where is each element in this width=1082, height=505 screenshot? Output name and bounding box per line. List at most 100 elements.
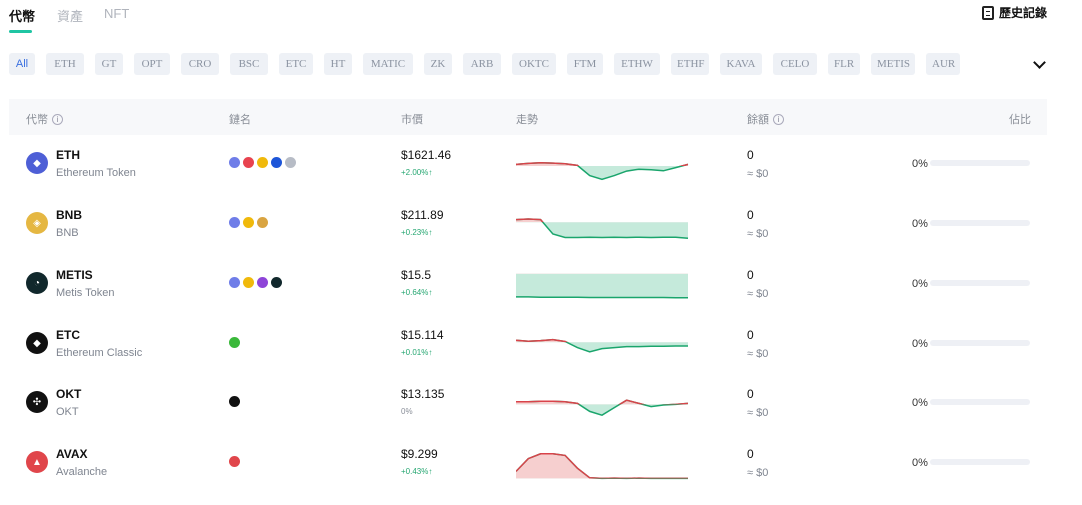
balance-amount: 0 [747, 387, 754, 401]
token-name: Metis Token [56, 287, 115, 299]
token-price: $15.5 [401, 268, 432, 282]
chain-chip-bsc[interactable]: BSC [230, 53, 268, 75]
token-symbol: METIS [56, 268, 93, 282]
chain-icon [285, 157, 296, 168]
price-change: +0.43%↑ [401, 467, 433, 476]
balance-amount: 0 [747, 208, 754, 222]
chain-icons [229, 456, 240, 467]
table-row[interactable]: ◈ BNB BNB $211.89 +0.23%↑ 0 ≈ $0 0% [9, 206, 1047, 266]
chain-chip-etc[interactable]: ETC [279, 53, 313, 75]
header-chain: 鏈名 [229, 114, 251, 126]
chain-icon [229, 396, 240, 407]
token-name: OKT [56, 406, 79, 418]
token-price: $13.135 [401, 387, 445, 401]
share-bar [930, 399, 1030, 405]
chain-filter-bar: All ETH GT OPT CRO BSC ETC HT MATIC ZK ARB OKTC FTM E… [9, 53, 1049, 75]
table-row[interactable]: ✣ OKT OKT $13.135 0% 0 ≈ $0 0% [9, 385, 1047, 445]
avax-icon: ▲ [26, 451, 48, 473]
table-header: 代幣 i 鏈名 市價 走勢 餘額 i 佔比 [9, 99, 1047, 135]
token-price: $15.114 [401, 328, 444, 342]
trend-sparkline [516, 338, 688, 353]
trend-sparkline [516, 399, 689, 417]
balance-value: ≈ $0 [747, 168, 769, 180]
chain-icon [229, 217, 240, 228]
chain-icons [229, 396, 240, 407]
chain-chip-celo[interactable]: CELO [773, 53, 817, 75]
token-price: $9.299 [401, 447, 438, 461]
info-icon[interactable]: i [52, 113, 63, 125]
chain-icons [229, 217, 268, 228]
chain-chip-ethf[interactable]: ETHF [671, 53, 709, 75]
token-name: Ethereum Classic [56, 347, 143, 359]
chain-chip-cro[interactable]: CRO [181, 53, 219, 75]
sparkline-area [516, 273, 688, 298]
info-icon[interactable]: i [773, 113, 784, 125]
chain-chip-oktc[interactable]: OKTC [512, 53, 556, 75]
token-symbol: ETH [56, 148, 80, 162]
table-row[interactable]: ◆ ETH Ethereum Token $1621.46 +2.00%↑ 0 … [9, 146, 1047, 206]
share-bar [930, 280, 1030, 286]
balance-value: ≈ $0 [747, 288, 769, 300]
token-symbol: BNB [56, 208, 82, 222]
chain-chip-matic[interactable]: MATIC [363, 53, 413, 75]
header-balance: 餘額 i [747, 111, 784, 127]
chain-icon [243, 157, 254, 168]
chain-chip-zk[interactable]: ZK [424, 53, 452, 75]
table-row[interactable]: ◆ ETC Ethereum Classic $15.114 +0.01%↑ 0… [9, 326, 1047, 386]
balance-value: ≈ $0 [747, 407, 769, 419]
balance-value: ≈ $0 [747, 228, 769, 240]
share-percent: 0% [912, 397, 928, 409]
header-token-label: 代幣 [26, 114, 48, 126]
token-name: BNB [56, 227, 79, 239]
chain-chip-opt[interactable]: OPT [134, 53, 170, 75]
sparkline-line [516, 296, 688, 299]
chain-chip-aur[interactable]: AUR [926, 53, 960, 75]
chain-chip-kava[interactable]: KAVA [720, 53, 762, 75]
price-change: 0% [401, 407, 413, 416]
table-row[interactable]: ▲ AVAX Avalanche $9.299 +0.43%↑ 0 ≈ $0 0… [9, 445, 1047, 505]
chain-chip-gt[interactable]: GT [95, 53, 123, 75]
chain-chip-ftm[interactable]: FTM [567, 53, 603, 75]
trend-sparkline [516, 453, 688, 480]
chain-icon [229, 337, 240, 348]
chain-icon [229, 456, 240, 467]
tab-assets[interactable]: 資產 [57, 6, 83, 25]
active-tab-indicator [9, 30, 32, 33]
chain-chip-eth[interactable]: ETH [46, 53, 84, 75]
chain-chip-all[interactable]: All [9, 53, 35, 75]
share-percent: 0% [912, 158, 928, 170]
header-price: 市價 [401, 114, 423, 126]
trend-sparkline [516, 162, 689, 181]
chain-icons [229, 157, 296, 168]
top-tab-bar: 代幣 資產 NFT 歷史記錄 [0, 0, 1082, 36]
price-change: +0.64%↑ [401, 288, 433, 297]
metis-icon: ◔ [26, 272, 48, 294]
chain-chip-metis[interactable]: METIS [871, 53, 915, 75]
chain-chip-ht[interactable]: HT [324, 53, 352, 75]
bnb-icon: ◈ [26, 212, 48, 234]
tab-tokens[interactable]: 代幣 [9, 6, 35, 25]
header-share: 佔比 [1009, 114, 1031, 126]
balance-value: ≈ $0 [747, 348, 769, 360]
table-row[interactable]: ◔ METIS Metis Token $15.5 +0.64%↑ 0 ≈ $0… [9, 266, 1047, 326]
chain-icons [229, 337, 240, 348]
share-bar [930, 459, 1030, 465]
token-price: $1621.46 [401, 148, 452, 162]
tab-nft[interactable]: NFT [104, 6, 129, 21]
token-symbol: AVAX [56, 447, 88, 461]
history-button[interactable]: 歷史記錄 [981, 4, 1047, 21]
balance-value: ≈ $0 [747, 467, 769, 479]
chain-icons [229, 277, 282, 288]
price-change: +0.01%↑ [401, 348, 433, 357]
okt-icon: ✣ [26, 391, 48, 413]
token-symbol: OKT [56, 387, 82, 401]
chain-chip-arb[interactable]: ARB [463, 53, 501, 75]
chain-chip-flr[interactable]: FLR [828, 53, 860, 75]
eth-icon: ◆ [26, 152, 48, 174]
chain-chip-ethw[interactable]: ETHW [614, 53, 660, 75]
share-bar [930, 340, 1030, 346]
share-bar [930, 220, 1030, 226]
header-token: 代幣 i [26, 111, 63, 127]
token-price: $211.89 [401, 208, 444, 222]
chain-icon [243, 277, 254, 288]
